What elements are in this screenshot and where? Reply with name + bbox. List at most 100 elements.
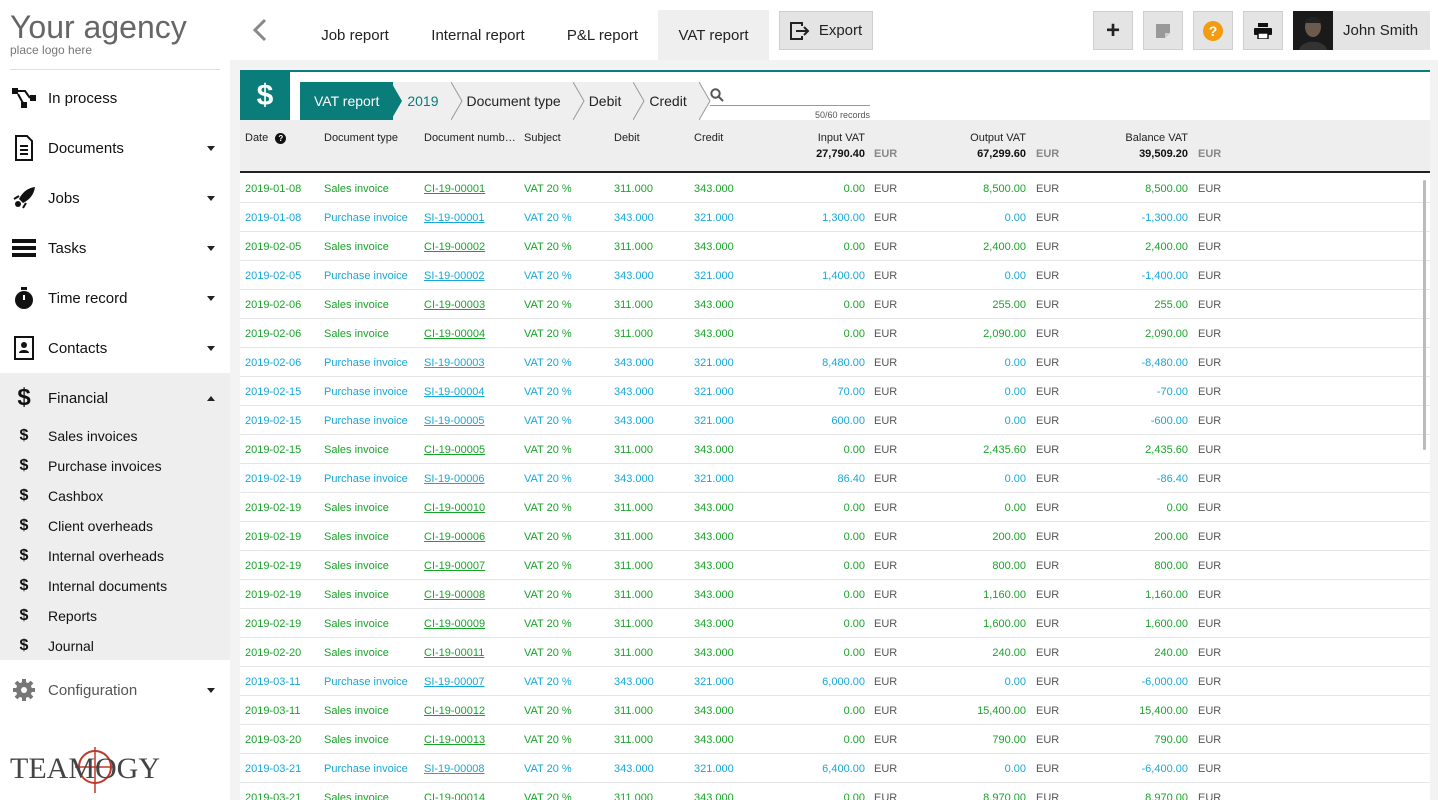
column-document-type[interactable]: Document type	[324, 132, 398, 144]
table-row[interactable]: 2019-02-06 Purchase invoice SI-19-00003 VAT…	[240, 348, 1430, 377]
column-debit[interactable]: Debit	[614, 132, 640, 144]
cell-document-number[interactable]: CI-19-00013	[424, 734, 485, 746]
sidebar-item-time-record[interactable]: Time record	[0, 273, 230, 323]
sidebar-subitem-sales-invoices[interactable]: $ Sales invoices	[0, 421, 230, 451]
breadcrumb-vat-report[interactable]: VAT report	[300, 82, 403, 120]
table-row[interactable]: 2019-02-15 Purchase invoice SI-19-00005 VAT…	[240, 406, 1430, 435]
cell-document-number[interactable]: CI-19-00004	[424, 328, 485, 340]
add-button[interactable]: +	[1093, 11, 1133, 50]
table-row[interactable]: 2019-02-06 Sales invoice CI-19-00004 VAT 20…	[240, 319, 1430, 348]
cell-balance-currency: EUR	[1198, 560, 1222, 572]
cell-document-number[interactable]: SI-19-00008	[424, 763, 485, 775]
table-row[interactable]: 2019-03-21 Purchase invoice SI-19-00008 VAT…	[240, 754, 1430, 783]
print-button[interactable]	[1243, 11, 1283, 50]
sidebar-subitem-internal-documents[interactable]: $ Internal documents	[0, 571, 230, 601]
cell-document-number[interactable]: CI-19-00012	[424, 705, 485, 717]
sidebar-subitem-purchase-invoices[interactable]: $ Purchase invoices	[0, 451, 230, 481]
agency-logo[interactable]: Your agency place logo here	[10, 10, 220, 70]
cell-document-number[interactable]: CI-19-00007	[424, 560, 485, 572]
sidebar-item-tasks[interactable]: Tasks	[0, 223, 230, 273]
cell-document-number[interactable]: CI-19-00003	[424, 299, 485, 311]
back-button[interactable]	[250, 18, 270, 42]
export-button[interactable]: Export	[779, 11, 873, 50]
column-date[interactable]: Date ?	[245, 132, 287, 144]
cell-balance-vat: -1,400.00	[1141, 270, 1188, 282]
table-row[interactable]: 2019-02-19 Purchase invoice SI-19-00006 VAT…	[240, 464, 1430, 493]
table-row[interactable]: 2019-03-11 Sales invoice CI-19-00012 VAT 20…	[240, 696, 1430, 725]
cell-input-vat: 6,000.00	[822, 676, 865, 688]
tab-job-report[interactable]: Job report	[300, 10, 410, 60]
sidebar-item-contacts[interactable]: Contacts	[0, 323, 230, 373]
cell-document-number[interactable]: CI-19-00002	[424, 241, 485, 253]
table-row[interactable]: 2019-02-05 Purchase invoice SI-19-00002 VAT…	[240, 261, 1430, 290]
tab-internal-report[interactable]: Internal report	[413, 10, 543, 60]
cell-document-number[interactable]: CI-19-00009	[424, 618, 485, 630]
cell-document-number[interactable]: SI-19-00005	[424, 415, 485, 427]
column-subject[interactable]: Subject	[524, 132, 561, 144]
table-row[interactable]: 2019-01-08 Purchase invoice SI-19-00001 VAT…	[240, 203, 1430, 232]
cell-document-number[interactable]: CI-19-00014	[424, 792, 485, 800]
cell-document-number[interactable]: CI-19-00010	[424, 502, 485, 514]
table-row[interactable]: 2019-03-11 Purchase invoice SI-19-00007 VAT…	[240, 667, 1430, 696]
table-row[interactable]: 2019-01-08 Sales invoice CI-19-00001 VAT 20…	[240, 174, 1430, 203]
cell-document-number[interactable]: CI-19-00006	[424, 531, 485, 543]
cell-input-currency: EUR	[874, 792, 898, 800]
table-row[interactable]: 2019-03-21 Sales invoice CI-19-00014 VAT 20…	[240, 783, 1430, 800]
tab-pl-report[interactable]: P&L report	[550, 10, 655, 60]
note-button[interactable]	[1143, 11, 1183, 50]
sidebar-subitem-internal-overheads[interactable]: $ Internal overheads	[0, 541, 230, 571]
sidebar-item-financial[interactable]: $ Financial	[0, 373, 230, 423]
search-input[interactable]	[732, 87, 908, 102]
table-row[interactable]: 2019-02-15 Purchase invoice SI-19-00004 VAT…	[240, 377, 1430, 406]
table-row[interactable]: 2019-02-19 Sales invoice CI-19-00010 VAT 20…	[240, 493, 1430, 522]
column-input-vat[interactable]: Input VAT	[765, 132, 865, 144]
financial-submenu: $ Sales invoices $ Purchase invoices $ Cash…	[0, 421, 230, 660]
column-document-number[interactable]: Document numb…	[424, 132, 516, 144]
table-row[interactable]: 2019-02-05 Sales invoice CI-19-00002 VAT 20…	[240, 232, 1430, 261]
table-row[interactable]: 2019-02-15 Sales invoice CI-19-00005 VAT 20…	[240, 435, 1430, 464]
cell-document-type: Sales invoice	[324, 792, 389, 800]
scrollbar[interactable]	[1423, 180, 1426, 450]
cell-document-number[interactable]: CI-19-00001	[424, 183, 485, 195]
column-balance-vat[interactable]: Balance VAT	[1088, 132, 1188, 144]
sidebar-item-documents[interactable]: Documents	[0, 123, 230, 173]
cell-debit: 311.000	[614, 792, 653, 800]
table-row[interactable]: 2019-03-20 Sales invoice CI-19-00013 VAT 20…	[240, 725, 1430, 754]
table-row[interactable]: 2019-02-20 Sales invoice CI-19-00011 VAT 20…	[240, 638, 1430, 667]
cell-balance-currency: EUR	[1198, 502, 1222, 514]
cell-document-number[interactable]: CI-19-00011	[424, 647, 484, 659]
cell-balance-vat: 8,500.00	[1145, 183, 1188, 195]
cell-document-type: Sales invoice	[324, 560, 389, 572]
table-row[interactable]: 2019-02-06 Sales invoice CI-19-00003 VAT 20…	[240, 290, 1430, 319]
cell-document-number[interactable]: CI-19-00005	[424, 444, 485, 456]
table-row[interactable]: 2019-02-19 Sales invoice CI-19-00007 VAT 20…	[240, 551, 1430, 580]
cell-document-number[interactable]: SI-19-00007	[424, 676, 485, 688]
cell-document-number[interactable]: SI-19-00003	[424, 357, 485, 369]
column-credit[interactable]: Credit	[694, 132, 723, 144]
sidebar-subitem-cashbox[interactable]: $ Cashbox	[0, 481, 230, 511]
sidebar-subitem-client-overheads[interactable]: $ Client overheads	[0, 511, 230, 541]
cell-document-number[interactable]: SI-19-00002	[424, 270, 485, 282]
table-row[interactable]: 2019-02-19 Sales invoice CI-19-00008 VAT 20…	[240, 580, 1430, 609]
dollar-icon: $	[19, 577, 29, 594]
breadcrumb-document-type[interactable]: Document type	[452, 82, 585, 120]
table-row[interactable]: 2019-02-19 Sales invoice CI-19-00006 VAT 20…	[240, 522, 1430, 551]
flow-icon	[0, 87, 48, 109]
cell-document-number[interactable]: SI-19-00004	[424, 386, 485, 398]
table-row[interactable]: 2019-02-19 Sales invoice CI-19-00009 VAT 20…	[240, 609, 1430, 638]
help-icon[interactable]: ?	[275, 133, 287, 144]
user-menu[interactable]: John Smith	[1293, 11, 1430, 50]
tab-vat-report[interactable]: VAT report	[658, 10, 769, 60]
help-button[interactable]: ?	[1193, 11, 1233, 50]
column-output-vat[interactable]: Output VAT	[926, 132, 1026, 144]
sidebar-subitem-reports[interactable]: $ Reports	[0, 601, 230, 631]
cell-document-number[interactable]: SI-19-00001	[424, 212, 485, 224]
cell-subject: VAT 20 %	[524, 560, 572, 572]
sidebar-subitem-journal[interactable]: $ Journal	[0, 631, 230, 661]
cell-document-number[interactable]: SI-19-00006	[424, 473, 485, 485]
cell-subject: VAT 20 %	[524, 792, 572, 800]
cell-document-number[interactable]: CI-19-00008	[424, 589, 485, 601]
sidebar-item-jobs[interactable]: Jobs	[0, 173, 230, 223]
sidebar-item-in-process[interactable]: In process	[0, 73, 230, 123]
sidebar-item-configuration[interactable]: Configuration	[0, 665, 230, 715]
